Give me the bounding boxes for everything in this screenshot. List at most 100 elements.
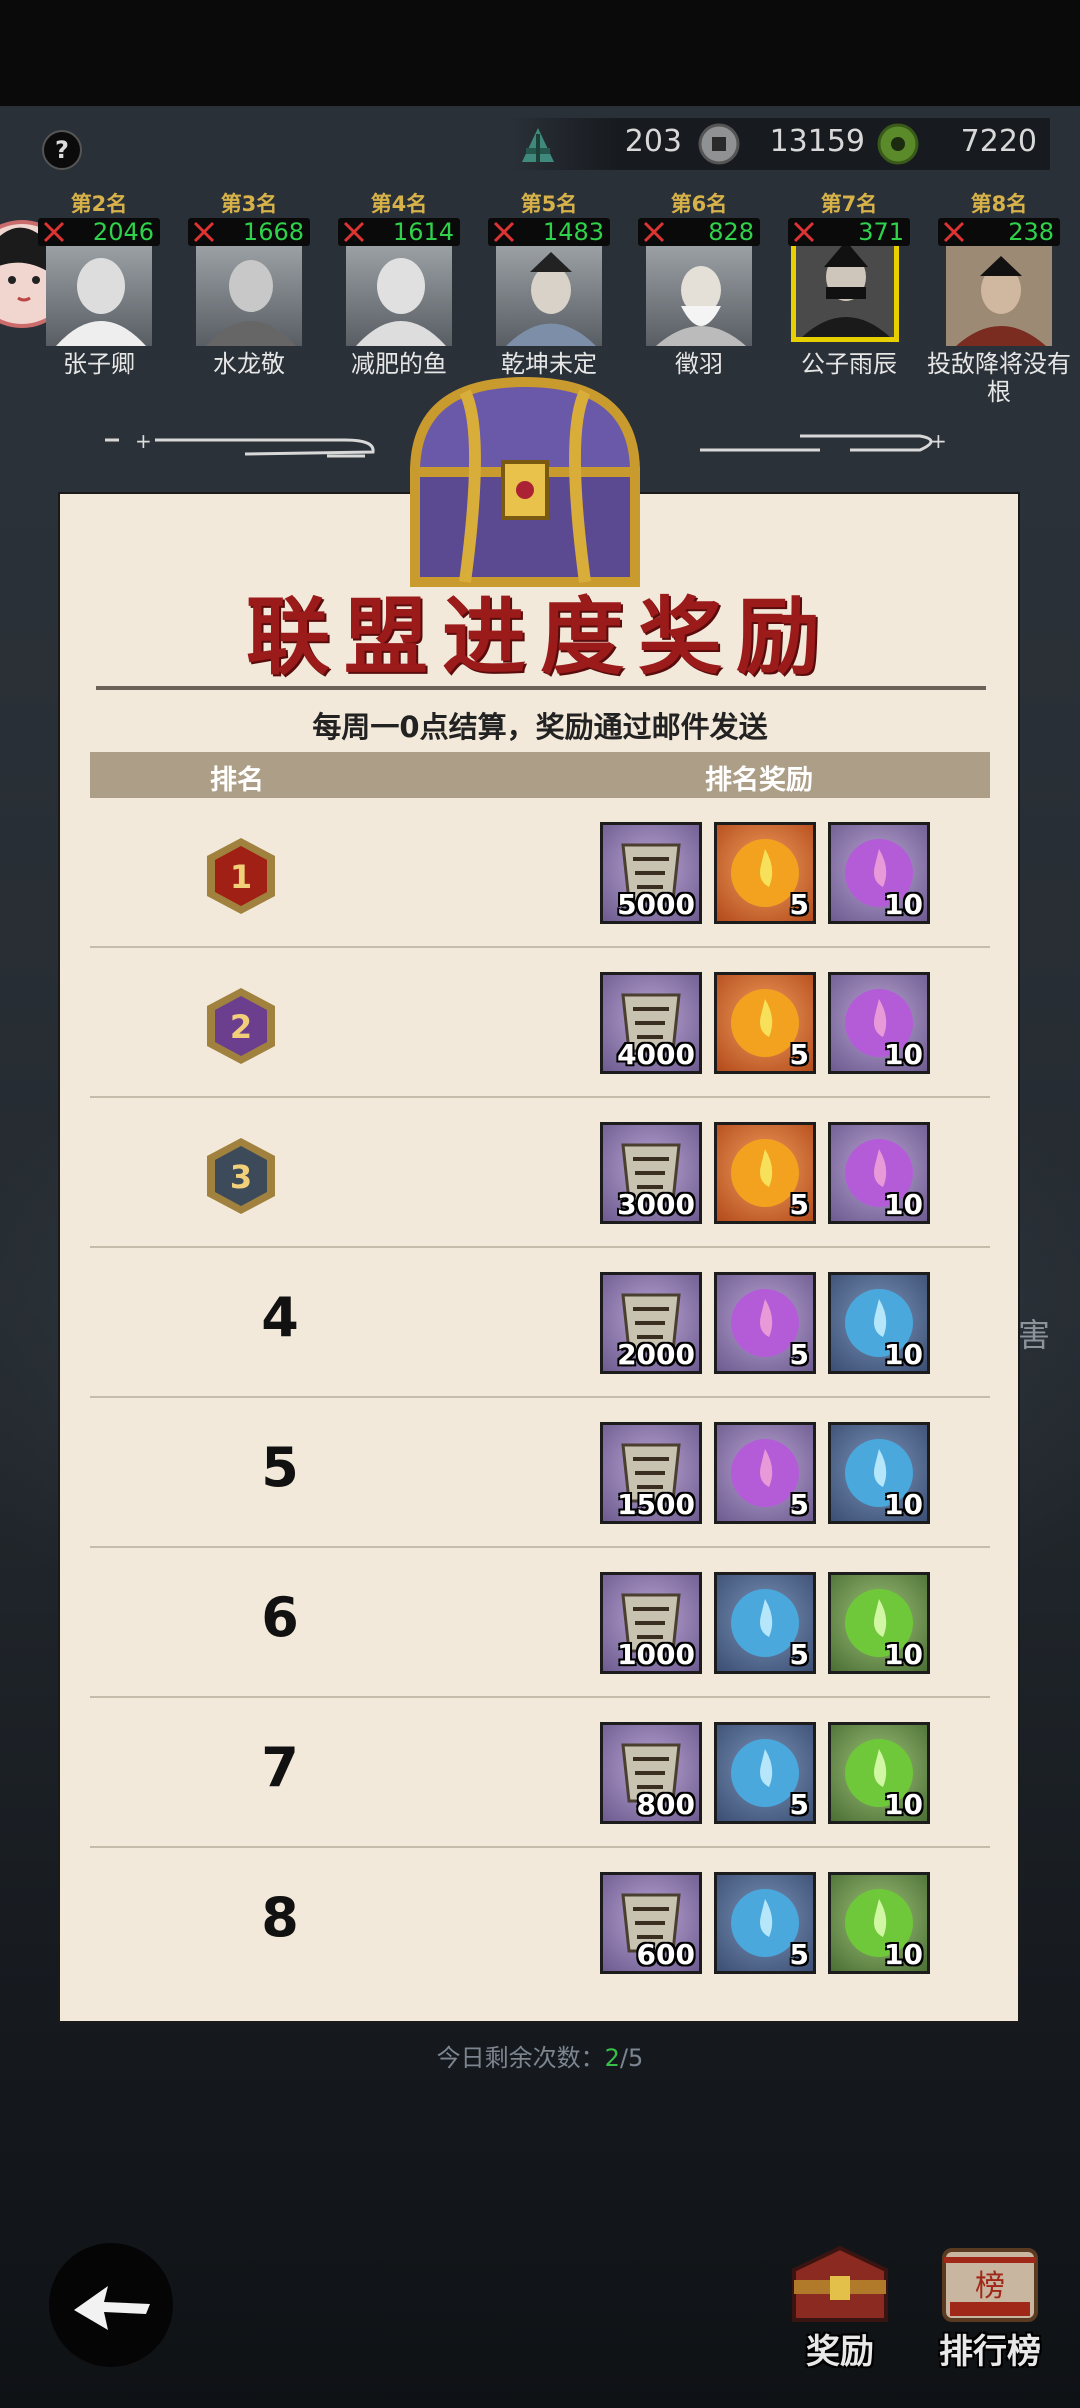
remaining-label: 今日剩余次数： — [436, 2044, 605, 2072]
help-button[interactable]: ? — [42, 130, 82, 170]
reward-item[interactable]: 10 — [828, 1122, 930, 1224]
rank-card-3[interactable]: 第3名 1668 水龙敬 — [178, 188, 320, 388]
reward-item[interactable]: 5 — [714, 1872, 816, 1974]
crossed-swords-icon — [43, 221, 65, 243]
rank-label: 第3名 — [220, 192, 278, 216]
general-portrait — [646, 246, 752, 346]
reward-item[interactable]: 10 — [828, 972, 930, 1074]
item-quantity: 5 — [789, 1938, 809, 1971]
score-value: 828 — [708, 218, 754, 246]
reward-item[interactable]: 5 — [714, 1272, 816, 1374]
purple-hex-badge-icon: 2 — [207, 988, 275, 1064]
rank-card-5[interactable]: 第5名 1483 乾坤未定 — [478, 188, 620, 388]
item-quantity: 10 — [884, 1788, 923, 1821]
reward-item[interactable]: 600 — [600, 1872, 702, 1974]
crossed-swords-icon — [343, 221, 365, 243]
back-button[interactable] — [46, 2240, 176, 2370]
item-quantity: 10 — [884, 1938, 923, 1971]
reward-item[interactable]: 10 — [828, 1872, 930, 1974]
score-bar: 1614 — [338, 218, 460, 246]
reward-item[interactable]: 5 — [714, 1122, 816, 1224]
player-name: 投敌降将没有根 — [927, 350, 1071, 406]
cloud-ornament-right: + — [700, 429, 947, 453]
leaderboard-button[interactable]: 榜 排行榜 — [930, 2240, 1050, 2372]
reward-label: 奖励 — [806, 2332, 874, 2372]
item-quantity: 5 — [789, 1788, 809, 1821]
reward-button[interactable]: 奖励 — [780, 2240, 900, 2372]
blue-hex-badge-icon: 3 — [207, 1138, 275, 1214]
item-quantity: 5 — [789, 1638, 809, 1671]
copper-coin-count: 13159 — [769, 124, 865, 159]
svg-text:+: + — [135, 429, 152, 453]
reward-item[interactable]: 10 — [828, 1572, 930, 1674]
banner-flag-icon — [522, 128, 554, 162]
badge-rank: 2 — [230, 1008, 252, 1046]
table-row: 5 1500 5 10 — [90, 1398, 990, 1548]
reward-item[interactable]: 5 — [714, 1572, 816, 1674]
reward-item[interactable]: 5000 — [600, 822, 702, 924]
reward-item[interactable]: 10 — [828, 1272, 930, 1374]
score-value: 2046 — [92, 218, 154, 246]
rank-card-4[interactable]: 第4名 1614 减肥的鱼 — [328, 188, 470, 388]
score-bar: 1668 — [188, 218, 310, 246]
table-header: 排名 排名奖励 — [90, 752, 990, 798]
reward-item[interactable]: 10 — [828, 1422, 930, 1524]
reward-item[interactable]: 2000 — [600, 1272, 702, 1374]
rank-number: 7 — [261, 1736, 299, 1799]
rank-label: 第4名 — [370, 192, 428, 216]
rank-number: 4 — [261, 1286, 299, 1349]
leaderboard-stamp: 榜 — [975, 2269, 1005, 2304]
reward-item[interactable]: 5 — [714, 1722, 816, 1824]
remaining-used: 2 — [604, 2044, 620, 2072]
reward-item[interactable]: 3000 — [600, 1122, 702, 1224]
item-quantity: 10 — [884, 1038, 923, 1071]
crossed-swords-icon — [793, 221, 815, 243]
reward-item[interactable]: 1000 — [600, 1572, 702, 1674]
rank-number: 8 — [261, 1886, 299, 1949]
rank-card-6[interactable]: 第6名 828 徵羽 — [628, 188, 770, 388]
reward-item[interactable]: 4000 — [600, 972, 702, 1074]
copper-coin-icon — [698, 123, 740, 165]
rank-card-2[interactable]: 第2名 2046 张子卿 — [28, 188, 170, 388]
rank-card-7[interactable]: 第7名 371 公子雨辰 — [778, 188, 920, 388]
reward-item[interactable]: 800 — [600, 1722, 702, 1824]
score-value: 1614 — [392, 218, 454, 246]
item-quantity: 5000 — [617, 888, 695, 921]
rank-label: 第2名 — [70, 192, 128, 216]
item-quantity: 1500 — [617, 1488, 695, 1521]
item-quantity: 10 — [884, 1188, 923, 1221]
rank-card-8[interactable]: 第8名 238 投敌降将没有根 — [927, 188, 1071, 406]
item-quantity: 5 — [789, 1488, 809, 1521]
crossed-swords-icon — [643, 221, 665, 243]
player-name: 水龙敬 — [213, 350, 285, 378]
reward-item[interactable]: 5 — [714, 972, 816, 1074]
table-row: 2 4000 5 10 — [90, 948, 990, 1098]
reward-item[interactable]: 1500 — [600, 1422, 702, 1524]
item-quantity: 5 — [789, 888, 809, 921]
rank-label: 第5名 — [520, 192, 578, 216]
side-text: 害 — [1018, 1316, 1051, 1354]
player-name: 公子雨辰 — [801, 350, 897, 378]
score-value: 238 — [1008, 218, 1054, 246]
crossed-swords-icon — [193, 221, 215, 243]
reward-item[interactable]: 10 — [828, 1722, 930, 1824]
jade-coin-icon — [877, 123, 919, 165]
reward-item[interactable]: 10 — [828, 822, 930, 924]
table-row: 4 2000 5 10 — [90, 1248, 990, 1398]
rank-number: 5 — [261, 1436, 299, 1499]
reward-item[interactable]: 5 — [714, 822, 816, 924]
leaderboard-label: 排行榜 — [939, 2332, 1041, 2372]
item-quantity: 3000 — [617, 1188, 695, 1221]
item-quantity: 10 — [884, 1638, 923, 1671]
rank-label: 第7名 — [820, 192, 878, 216]
header-rank: 排名 — [210, 765, 264, 796]
rank-label: 第8名 — [970, 192, 1028, 216]
title-divider — [96, 686, 986, 690]
table-row: 7 800 5 10 — [90, 1698, 990, 1848]
jade-coin-count: 7220 — [960, 124, 1037, 159]
reward-item[interactable]: 5 — [714, 1422, 816, 1524]
modal-title: 联盟进度奖励 — [245, 587, 834, 686]
badge-rank: 3 — [230, 1158, 252, 1196]
score-bar: 238 — [938, 218, 1060, 246]
item-quantity: 2000 — [617, 1338, 695, 1371]
